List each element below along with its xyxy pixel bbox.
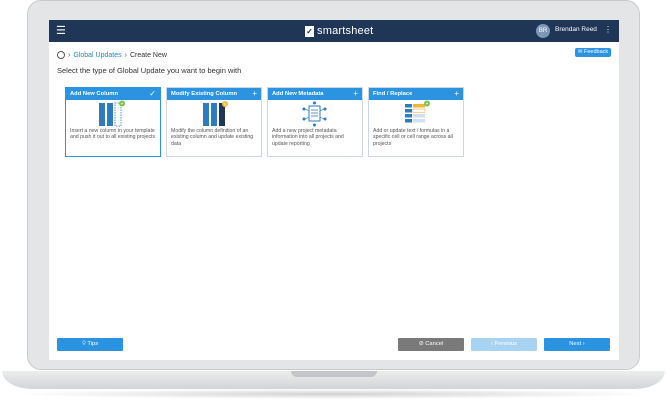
cancel-icon: ⊘: [418, 341, 424, 347]
breadcrumb: › Global Updates › Create New: [57, 49, 167, 61]
hamburger-icon[interactable]: ☰: [56, 25, 66, 37]
screen: ☰ ✓ smartsheet BR Brendan Reed ⋮ › Globa…: [49, 20, 619, 360]
top-bar: ☰ ✓ smartsheet BR Brendan Reed ⋮: [49, 20, 619, 42]
card-find-replace[interactable]: Find / Replace + + Add or update text / …: [368, 87, 464, 157]
user-name[interactable]: Brendan Reed: [555, 26, 597, 33]
brand-name: smartsheet: [317, 25, 374, 37]
svg-text:✎: ✎: [223, 102, 227, 107]
modify-column-illustration: ✎: [167, 100, 261, 128]
chevron-right-icon: ›: [124, 51, 127, 59]
tips-button[interactable]: 💡︎ Tips: [57, 338, 123, 351]
brand-logo[interactable]: ✓ smartsheet: [305, 23, 373, 39]
card-title: Modify Existing Column: [171, 91, 238, 97]
laptop-shadow: [10, 389, 657, 399]
breadcrumb-current: Create New: [129, 51, 167, 59]
card-add-new-column[interactable]: Add New Column ✓ + Insert a new column i…: [65, 87, 161, 157]
card-description: Insert a new column in your template and…: [70, 128, 156, 141]
previous-label: Previous: [494, 341, 518, 347]
card-description: Modify the column definition of an exist…: [171, 128, 254, 147]
next-label: Next: [569, 341, 582, 347]
card-header: Add New Metadata +: [268, 88, 362, 100]
plus-icon: +: [252, 89, 257, 98]
checkmark-icon: ✓: [149, 89, 156, 98]
lightbulb-icon: 💡︎: [81, 341, 86, 347]
card-add-new-metadata[interactable]: Add New Metadata + Add a new project met…: [267, 87, 363, 157]
cancel-button[interactable]: ⊘ Cancel: [398, 338, 464, 351]
card-modify-existing-column[interactable]: Modify Existing Column + ✎ Modify the co…: [166, 87, 262, 157]
chevron-left-icon: ‹: [490, 341, 493, 347]
card-header: Find / Replace +: [369, 88, 463, 100]
chevron-right-icon: ›: [582, 341, 585, 347]
metadata-illustration: [268, 100, 362, 128]
next-button[interactable]: Next ›: [544, 338, 610, 351]
cancel-label: Cancel: [425, 341, 444, 347]
add-column-illustration: +: [66, 100, 160, 128]
person-icon[interactable]: [57, 51, 65, 59]
card-header: Add New Column ✓: [66, 88, 160, 100]
previous-button[interactable]: ‹ Previous: [471, 338, 537, 351]
kebab-icon[interactable]: ⋮: [604, 25, 612, 34]
plus-icon: +: [454, 89, 459, 98]
card-description: Add or update text / formulas in a speci…: [373, 128, 453, 147]
card-title: Add New Column: [70, 91, 118, 97]
card-description: Add a new project metadata information i…: [272, 128, 344, 147]
tips-label: Tips: [87, 341, 99, 347]
smartsheet-logo-icon: ✓: [305, 25, 314, 37]
card-header: Modify Existing Column +: [167, 88, 261, 100]
chat-icon: ✉: [577, 49, 583, 55]
breadcrumb-global-updates[interactable]: Global Updates: [73, 52, 121, 59]
avatar[interactable]: BR: [536, 24, 550, 38]
feedback-button[interactable]: ✉ Feedback: [575, 48, 611, 57]
card-title: Find / Replace: [373, 91, 413, 97]
svg-text:+: +: [121, 101, 124, 107]
feedback-label: Feedback: [583, 49, 609, 55]
svg-text:+: +: [426, 101, 429, 107]
chevron-right-icon: ›: [68, 51, 71, 59]
plus-icon: +: [353, 89, 358, 98]
find-replace-illustration: +: [369, 100, 463, 128]
laptop-notch: [291, 371, 377, 377]
page-instruction: Select the type of Global Update you wan…: [57, 66, 242, 75]
card-title: Add New Metadata: [272, 91, 324, 97]
